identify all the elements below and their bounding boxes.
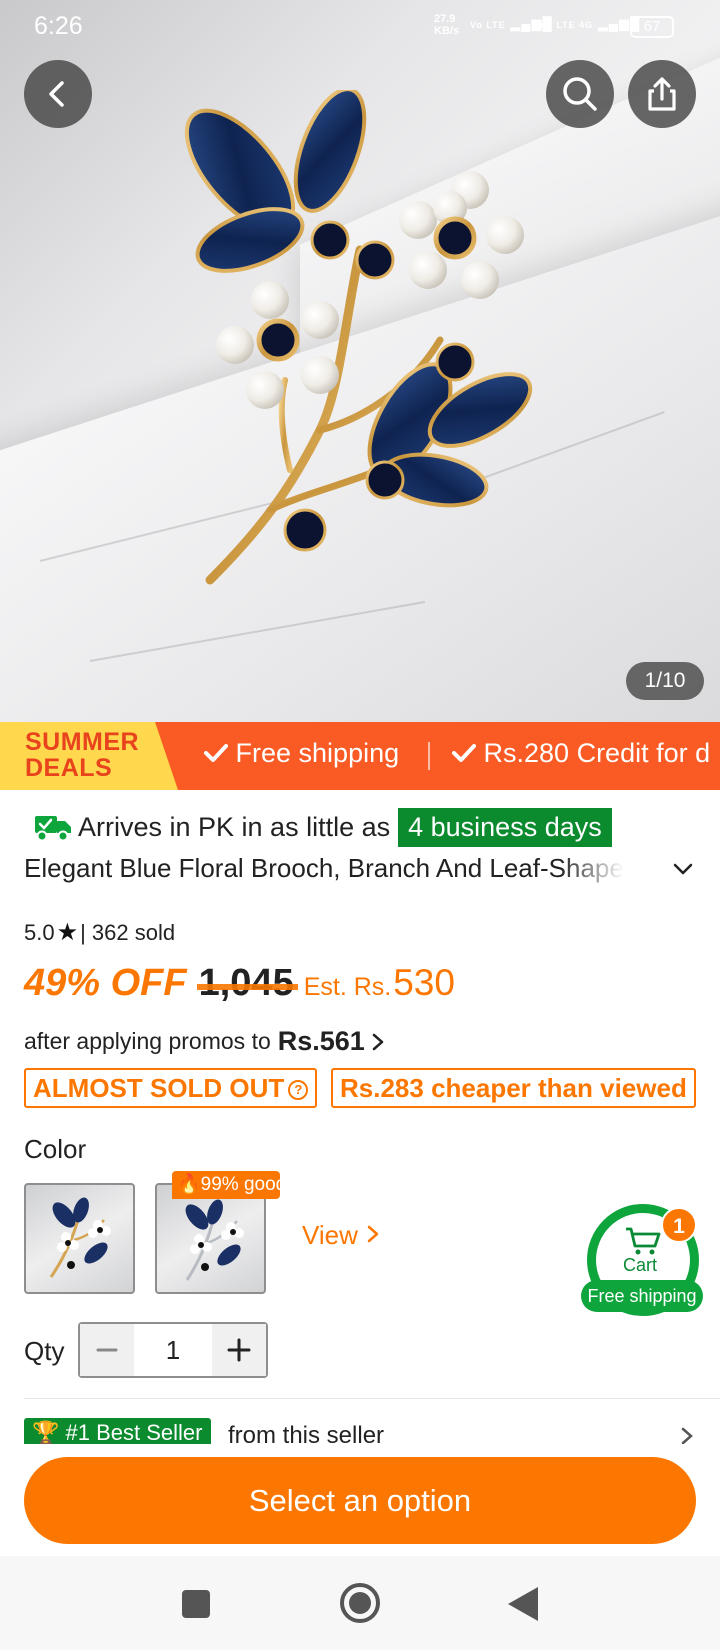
- product-image-gallery[interactable]: [0, 0, 720, 722]
- promo-credit-label: Rs.280 Credit for d: [483, 738, 711, 768]
- sim1-label: Vo LTE: [470, 20, 506, 30]
- trophy-icon: 🏆: [32, 1420, 60, 1444]
- swatch-silver-image: [185, 1199, 244, 1281]
- best-seller-row[interactable]: 🏆 #1 Best Seller from this seller: [24, 1418, 720, 1444]
- deals-line1: SUMMER: [25, 728, 140, 756]
- floating-cart-button[interactable]: Cart 1 Free shipping: [581, 1204, 713, 1316]
- chevron-right-icon: [372, 1033, 384, 1050]
- promo-free-shipping-label: Free shipping: [235, 738, 400, 768]
- back-button[interactable]: [24, 60, 92, 128]
- cart-label: Cart: [623, 1255, 658, 1275]
- share-icon: [648, 77, 676, 111]
- promo-divider: [428, 742, 430, 770]
- promo-credit: Rs.280 Credit for d: [452, 738, 710, 769]
- view-link-label: View: [302, 1220, 358, 1250]
- network-speed-unit: KB/s: [434, 25, 460, 37]
- swatch-gold-image: [49, 1197, 111, 1278]
- decrease-quantity-button[interactable]: [80, 1324, 134, 1376]
- best-seller-text: from this seller: [228, 1422, 385, 1444]
- chevron-right-icon: [681, 1427, 693, 1444]
- battery-icon: 67: [630, 16, 674, 38]
- deals-line2: DEALS: [25, 754, 113, 782]
- recent-apps-icon[interactable]: [182, 1590, 210, 1618]
- delivery-days-badge: 4 business days: [398, 807, 612, 847]
- rating-value: 5.0: [24, 919, 55, 945]
- quantity-stepper: 1: [78, 1322, 268, 1378]
- share-button[interactable]: [628, 60, 696, 128]
- quantity-label: Qty: [24, 1336, 65, 1366]
- search-button[interactable]: [546, 60, 614, 128]
- estimated-price: 530: [393, 962, 455, 1003]
- check-icon: [204, 744, 228, 762]
- search-icon: [563, 77, 597, 111]
- discount-percent: 49% OFF: [24, 962, 187, 1004]
- sim2-label: Vo LTE 4G: [540, 20, 594, 30]
- color-swatch-silver[interactable]: [155, 1183, 266, 1294]
- star-icon: ★: [56, 919, 79, 946]
- home-icon[interactable]: [340, 1583, 380, 1623]
- sim2-signal-icon: Vo LTE 4G ▂▄▆█: [540, 16, 641, 31]
- shopping-cart-icon: [626, 1227, 661, 1255]
- popularity-badge-label: 99% good: [200, 1174, 280, 1195]
- best-seller-badge: 🏆 #1 Best Seller: [24, 1418, 211, 1444]
- promo-prefix: after applying promos to: [24, 1028, 271, 1054]
- summer-deals-logo: SUMMER DEALS: [0, 722, 178, 790]
- chevron-right-icon: [367, 1225, 379, 1243]
- status-bar: 6:26 27.9 KB/s Vo LTE ▂▄▆█ Vo LTE 4G ▂▄▆…: [0, 0, 720, 54]
- section-divider: [24, 1398, 720, 1399]
- home-icon-dot: [349, 1592, 371, 1614]
- sold-count: | 362 sold: [80, 919, 176, 945]
- flame-icon: 🔥: [177, 1174, 201, 1195]
- delivery-prefix: Arrives in PK in as little as: [78, 811, 391, 842]
- network-speed-value: 27.9: [434, 13, 456, 25]
- check-icon: [452, 744, 476, 762]
- promo-price: Rs.561: [277, 1026, 365, 1056]
- color-swatch-gold[interactable]: [24, 1183, 135, 1294]
- chevron-left-icon: [49, 81, 64, 107]
- promo-price-link[interactable]: after applying promos to Rs.561: [24, 1026, 387, 1057]
- almost-sold-out-tag[interactable]: ALMOST SOLD OUT?: [24, 1068, 318, 1108]
- product-title[interactable]: Elegant Blue Floral Brooch, Branch And L…: [24, 853, 634, 893]
- minus-icon: [96, 1348, 118, 1352]
- brooch-product-image: [184, 90, 533, 585]
- cart-free-shipping-label: Free shipping: [581, 1280, 703, 1312]
- view-all-options-link[interactable]: View: [302, 1220, 381, 1251]
- help-icon: ?: [288, 1080, 309, 1100]
- delivery-estimate: Arrives in PK in as little as 4 business…: [34, 806, 612, 848]
- back-triangle-icon[interactable]: [508, 1587, 538, 1621]
- delivery-truck-icon: [35, 816, 71, 842]
- promo-banner[interactable]: SUMMER DEALS Free shipping Rs.280 Credit…: [0, 722, 720, 790]
- almost-sold-out-label: ALMOST SOLD OUT: [33, 1073, 285, 1103]
- plus-icon: [227, 1338, 251, 1362]
- title-fade: [560, 853, 640, 893]
- promo-free-shipping: Free shipping: [204, 738, 399, 769]
- clock: 6:26: [34, 12, 83, 40]
- price-row: 49% OFF 1,045 Est. Rs. 530: [24, 962, 455, 1012]
- increase-quantity-button[interactable]: [212, 1324, 266, 1376]
- quantity-value[interactable]: 1: [134, 1324, 212, 1376]
- color-label: Color: [24, 1134, 87, 1164]
- chevron-down-icon[interactable]: [672, 858, 694, 880]
- cart-count-badge: 1: [661, 1207, 697, 1243]
- best-seller-badge-label: #1 Best Seller: [65, 1420, 203, 1444]
- gallery-page-indicator: 1/10: [626, 662, 704, 700]
- cheaper-than-viewed-tag: Rs.283 cheaper than viewed: [331, 1068, 696, 1108]
- estimated-label: Est. Rs.: [303, 973, 392, 1001]
- rating-row[interactable]: 5.0 ★ | 362 sold: [24, 918, 175, 947]
- select-option-button[interactable]: Select an option: [24, 1457, 696, 1544]
- popularity-badge: 🔥99% good: [172, 1171, 280, 1199]
- network-speed: 27.9 KB/s: [434, 13, 459, 37]
- original-price: 1,045: [196, 962, 298, 1004]
